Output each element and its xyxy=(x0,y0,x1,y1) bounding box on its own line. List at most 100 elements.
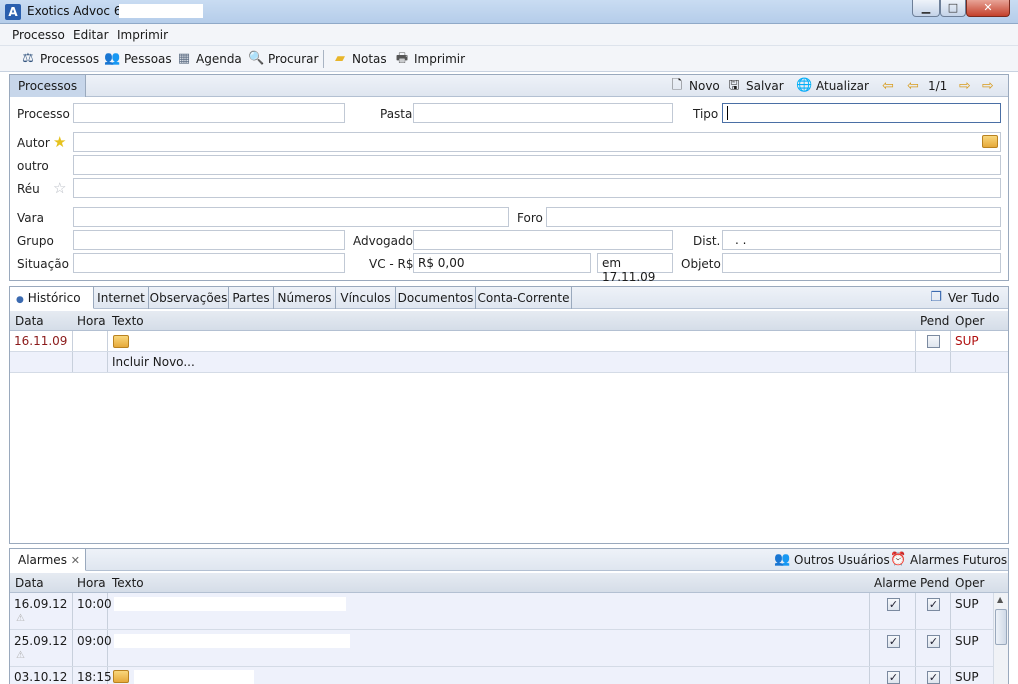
menu-processo[interactable]: Processo xyxy=(12,28,65,42)
col-hora[interactable]: Hora xyxy=(77,576,106,590)
alarmes-futuros-button[interactable]: ⏰ Alarmes Futuros xyxy=(890,551,1007,569)
ver-tudo-button[interactable]: ❐ Ver Tudo xyxy=(928,289,999,307)
tab-historico[interactable]: ● Histórico xyxy=(10,287,94,309)
row-oper: SUP xyxy=(955,634,979,648)
redacted-text xyxy=(132,334,558,348)
previous-record-button[interactable]: ⇦ xyxy=(907,77,919,95)
incluir-novo-label[interactable]: Incluir Novo... xyxy=(112,355,195,369)
table-row[interactable]: 03.10.12 18:15 ✓ ✓ SUP xyxy=(10,667,1008,684)
processo-field[interactable] xyxy=(73,103,345,123)
col-alarme[interactable]: Alarme xyxy=(874,576,917,590)
label-objeto: Objeto xyxy=(681,257,721,271)
col-pend[interactable]: Pend xyxy=(920,576,949,590)
minimize-button[interactable]: ▁ xyxy=(912,0,940,17)
toolbar-processos-button[interactable]: ⚖ Processos xyxy=(20,50,99,68)
folder-icon[interactable] xyxy=(113,670,129,684)
vara-field[interactable] xyxy=(73,207,509,227)
novo-button[interactable]: 🗋 Novo xyxy=(669,77,720,95)
table-row[interactable]: 16.11.09 SUP xyxy=(10,331,1008,352)
col-hora[interactable]: Hora xyxy=(77,314,106,328)
processos-panel: Processos 🗋 Novo 🖫 Salvar 🌐 Atualizar ⇦ ⇦ 1… xyxy=(9,74,1009,284)
alarme-checkbox[interactable]: ✓ xyxy=(887,635,900,648)
vc-field[interactable]: R$ 0,00 xyxy=(413,253,591,273)
tab-numeros[interactable]: Números xyxy=(274,287,336,309)
label-processo: Processo xyxy=(17,107,70,121)
scroll-up-icon[interactable]: ▲ xyxy=(997,595,1003,604)
tab-internet[interactable]: Internet xyxy=(94,287,149,309)
foro-field[interactable] xyxy=(546,207,1001,227)
label-outro: outro xyxy=(17,159,49,173)
alarmes-column-header: Data Hora Texto Alarme Pend Oper xyxy=(10,573,1008,593)
atualizar-button[interactable]: 🌐 Atualizar xyxy=(796,77,869,95)
printer-icon: 🖶 xyxy=(395,51,409,66)
toolbar-notas-button[interactable]: ▰ Notas xyxy=(332,50,387,68)
advogado-field[interactable] xyxy=(413,230,673,250)
tab-processos[interactable]: Processos xyxy=(10,75,87,97)
pasta-field[interactable] xyxy=(413,103,673,123)
col-oper[interactable]: Oper xyxy=(955,314,984,328)
toolbar-procurar-button[interactable]: 🔍 Procurar xyxy=(248,50,318,68)
grupo-field[interactable] xyxy=(73,230,345,250)
salvar-button[interactable]: 🖫 Salvar xyxy=(726,77,783,95)
pend-checkbox[interactable]: ✓ xyxy=(927,598,940,611)
col-oper[interactable]: Oper xyxy=(955,576,984,590)
tab-vinculos[interactable]: Vínculos xyxy=(336,287,396,309)
col-data[interactable]: Data xyxy=(15,576,44,590)
warning-icon: ⚠ xyxy=(16,650,25,661)
double-arrow-right-icon: ⇨ xyxy=(982,78,994,94)
tab-observacoes[interactable]: Observações xyxy=(149,287,229,309)
close-button[interactable]: ✕ xyxy=(966,0,1010,17)
dist-field[interactable]: . . xyxy=(722,230,1001,250)
col-texto[interactable]: Texto xyxy=(112,576,144,590)
autor-field[interactable] xyxy=(73,132,1001,152)
historico-panel: ● Histórico Internet Observações Partes … xyxy=(9,286,1009,544)
reu-field[interactable] xyxy=(73,178,1001,198)
first-record-button[interactable]: ⇦ xyxy=(882,77,894,95)
autor-folder-icon[interactable] xyxy=(982,135,998,151)
pend-checkbox[interactable] xyxy=(927,335,940,348)
pend-checkbox[interactable]: ✓ xyxy=(927,635,940,648)
star-filled-icon[interactable]: ★ xyxy=(53,133,66,151)
col-texto[interactable]: Texto xyxy=(112,314,144,328)
situacao-field[interactable] xyxy=(73,253,345,273)
tab-alarmes[interactable]: Alarmes ✕ xyxy=(10,549,86,571)
label-situacao: Situação xyxy=(17,257,69,271)
new-document-icon: 🗋 xyxy=(671,78,683,93)
alarmes-scrollbar[interactable]: ▲ xyxy=(993,593,1008,684)
label-pasta: Pasta xyxy=(380,107,413,121)
toolbar-agenda-button[interactable]: ▦ Agenda xyxy=(176,50,242,68)
close-tab-icon[interactable]: ✕ xyxy=(71,554,80,567)
toolbar-pessoas-button[interactable]: 👥 Pessoas xyxy=(104,50,172,68)
tab-documentos[interactable]: Documentos xyxy=(396,287,476,309)
tab-conta-corrente[interactable]: Conta-Corrente xyxy=(476,287,572,309)
col-data[interactable]: Data xyxy=(15,314,44,328)
tipo-field[interactable] xyxy=(722,103,1001,123)
star-outline-icon[interactable]: ☆ xyxy=(53,179,66,197)
folder-icon[interactable] xyxy=(113,335,129,351)
tab-partes[interactable]: Partes xyxy=(229,287,274,309)
table-row[interactable]: 16.09.12 ⚠ 10:00 ✓ ✓ SUP xyxy=(10,593,1008,630)
alarme-checkbox[interactable]: ✓ xyxy=(887,671,900,684)
outro-field[interactable] xyxy=(73,155,1001,175)
label-vc: VC - R$ xyxy=(369,257,414,271)
maximize-button[interactable]: □ xyxy=(940,0,966,17)
col-pend[interactable]: Pend xyxy=(920,314,949,328)
users-icon: 👥 xyxy=(774,552,791,567)
row-date: 25.09.12 xyxy=(14,634,68,648)
row-date: 16.09.12 xyxy=(14,597,68,611)
toolbar-imprimir-button[interactable]: 🖶 Imprimir xyxy=(394,50,465,68)
outros-usuarios-button[interactable]: 👥 Outros Usuários xyxy=(774,551,890,569)
alarme-checkbox[interactable]: ✓ xyxy=(887,598,900,611)
table-row[interactable]: 25.09.12 ⚠ 09:00 ✓ ✓ SUP xyxy=(10,630,1008,667)
menu-imprimir[interactable]: Imprimir xyxy=(117,28,168,42)
objeto-field[interactable] xyxy=(722,253,1001,273)
documents-icon: ❐ xyxy=(930,290,942,305)
scrollbar-thumb[interactable] xyxy=(995,609,1007,645)
pend-checkbox[interactable]: ✓ xyxy=(927,671,940,684)
next-record-button[interactable]: ⇨ xyxy=(959,77,971,95)
incluir-novo-row[interactable]: Incluir Novo... xyxy=(10,352,1008,373)
last-record-button[interactable]: ⇨ xyxy=(982,77,994,95)
em-date-field[interactable]: em 17.11.09 xyxy=(597,253,673,284)
row-date: 16.11.09 xyxy=(14,334,68,348)
menu-editar[interactable]: Editar xyxy=(73,28,109,42)
